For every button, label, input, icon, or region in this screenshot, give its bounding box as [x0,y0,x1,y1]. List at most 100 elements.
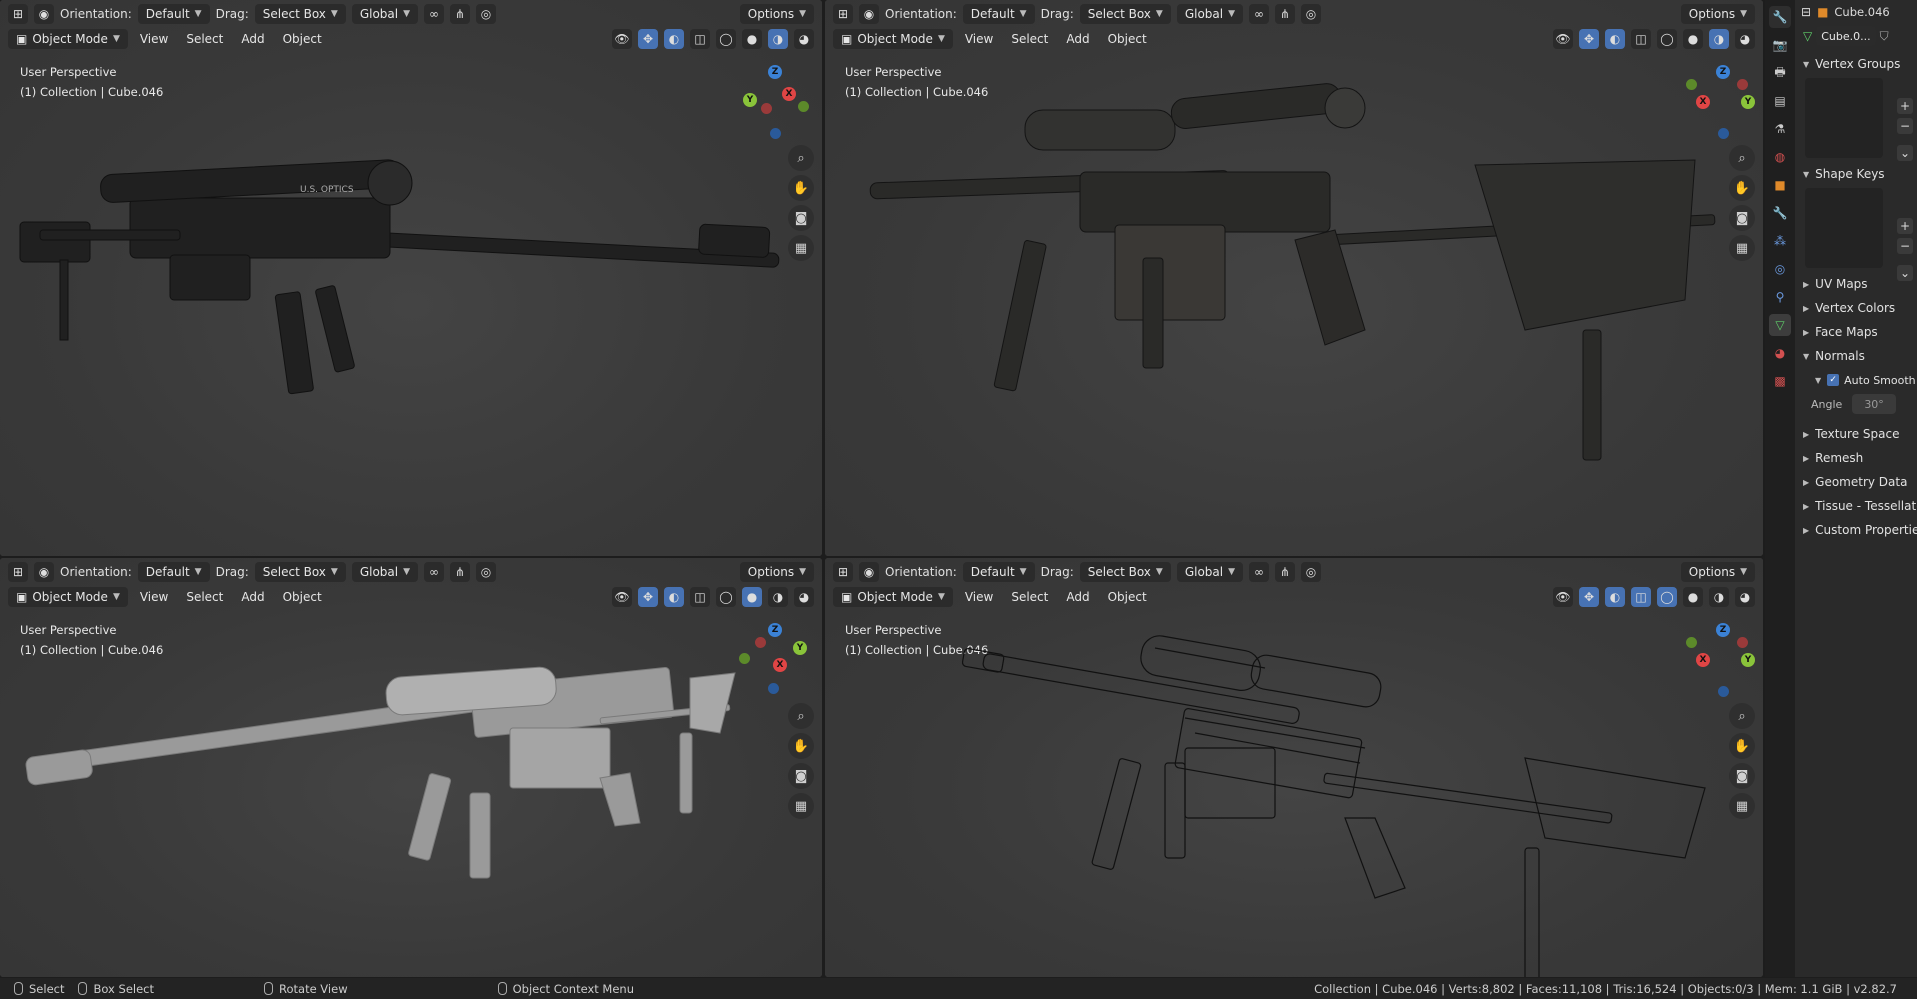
object-type-icon: ■ [1817,5,1829,19]
section-vertex-groups[interactable]: ▼ Vertex Groups [1795,52,1917,76]
add-shape-key-button[interactable]: + [1897,218,1913,234]
gizmo-neg-z-axis[interactable] [1718,128,1729,139]
zoom-icon[interactable]: ⌕ [1729,145,1755,171]
constraints-tab-icon[interactable]: ⚲ [1769,286,1791,308]
grid-perspective-icon[interactable]: ▦ [1729,793,1755,819]
gizmo-neg-x-axis[interactable] [1737,637,1748,648]
zoom-icon[interactable]: ⌕ [1729,703,1755,729]
gizmo-y-axis[interactable]: Y [1741,653,1755,667]
vertex-group-specials-button[interactable]: ⌄ [1897,145,1913,161]
render-tab-icon[interactable]: 📷 [1769,34,1791,56]
scene-tab-icon[interactable]: ⚗ [1769,118,1791,140]
particles-tab-icon[interactable]: ⁂ [1769,230,1791,252]
gizmo-z-axis[interactable]: Z [1716,65,1730,79]
gizmo-y-axis[interactable]: Y [793,641,807,655]
gizmo-neg-x-axis[interactable] [755,637,766,648]
texture-tab-icon[interactable]: ▩ [1769,370,1791,392]
scene-statistics: Collection | Cube.046 | Verts:8,802 | Fa… [1314,981,1897,996]
pan-hand-icon[interactable]: ✋ [788,175,814,201]
gizmo-neg-y-axis[interactable] [1686,637,1697,648]
angle-field[interactable]: 30° [1852,394,1896,414]
gizmo-z-axis[interactable]: Z [1716,623,1730,637]
section-normals[interactable]: ▼ Normals [1795,344,1917,368]
gizmo-x-axis[interactable]: X [773,658,787,672]
camera-icon[interactable]: ◙ [1729,205,1755,231]
viewport-top-left[interactable]: ⊞ ◉ Orientation: Default ▼ Drag: Select B… [0,0,822,556]
gizmo-neg-x-axis[interactable] [1737,79,1748,90]
mesh-icon: ▽ [1803,29,1813,43]
mesh-datablock-field[interactable]: Cube.0... [1816,26,1876,46]
rifle-model-textured[interactable] [825,0,1763,556]
section-remesh[interactable]: ▶ Remesh [1795,446,1917,470]
physics-tab-icon[interactable]: ◎ [1769,258,1791,280]
gizmo-x-axis[interactable]: X [1696,95,1710,109]
navigation-gizmo[interactable]: Z X Y [1683,623,1763,703]
section-vertex-colors[interactable]: ▶ Vertex Colors [1795,296,1917,320]
navigation-gizmo[interactable]: Z X Y [735,65,815,145]
rifle-model-wireframe[interactable] [825,558,1763,977]
mesh-datablock-row: ▽ Cube.0... ⛉ [1795,24,1917,48]
section-tissue-tessellate[interactable]: ▶ Tissue - Tessellate [1795,494,1917,518]
tool-tab-icon[interactable]: 🔧 [1769,6,1791,28]
camera-icon[interactable]: ◙ [1729,763,1755,789]
gizmo-y-axis[interactable]: Y [743,93,757,107]
gizmo-z-axis[interactable]: Z [768,65,782,79]
camera-icon[interactable]: ◙ [788,205,814,231]
mesh-data-tab-icon[interactable]: ▽ [1769,314,1791,336]
section-geometry-data[interactable]: ▶ Geometry Data [1795,470,1917,494]
world-tab-icon[interactable]: ◍ [1769,146,1791,168]
expand-triangle-icon: ▶ [1803,429,1810,439]
remove-vertex-group-button[interactable]: − [1897,118,1913,134]
gizmo-neg-x-axis[interactable] [761,103,772,114]
pan-hand-icon[interactable]: ✋ [1729,175,1755,201]
navigation-gizmo[interactable]: Z X Y [1683,65,1763,145]
auto-smooth-checkbox[interactable]: ✓ [1827,374,1840,386]
grid-perspective-icon[interactable]: ▦ [1729,235,1755,261]
view-layer-tab-icon[interactable]: ▤ [1769,90,1791,112]
gizmo-neg-y-axis[interactable] [798,101,809,112]
add-vertex-group-button[interactable]: + [1897,98,1913,114]
object-tab-icon[interactable]: ■ [1769,174,1791,196]
shape-keys-list[interactable] [1805,188,1883,268]
expand-triangle-icon: ▶ [1803,327,1810,337]
vertex-groups-list[interactable] [1805,78,1883,158]
material-tab-icon[interactable]: ◕ [1769,342,1791,364]
gizmo-neg-z-axis[interactable] [770,128,781,139]
navigation-gizmo[interactable]: Z X Y [735,623,815,703]
gizmo-z-axis[interactable]: Z [768,623,782,637]
gizmo-neg-y-axis[interactable] [1686,79,1697,90]
output-tab-icon[interactable]: 🖶 [1769,62,1791,84]
rifle-model-solid[interactable] [0,558,822,977]
pan-hand-icon[interactable]: ✋ [1729,733,1755,759]
section-texture-space[interactable]: ▶ Texture Space [1795,422,1917,446]
rifle-model-textured[interactable]: U.S. OPTICS [0,0,822,556]
gizmo-neg-y-axis[interactable] [739,653,750,664]
mouse-drag-icon [78,982,88,995]
grid-perspective-icon[interactable]: ▦ [788,235,814,261]
zoom-icon[interactable]: ⌕ [788,145,814,171]
gizmo-neg-z-axis[interactable] [1718,686,1729,697]
modifier-tab-icon[interactable]: 🔧 [1769,202,1791,224]
grid-perspective-icon[interactable]: ▦ [788,793,814,819]
mouse-left-icon [14,982,23,995]
viewport-bottom-left[interactable]: ⊞ ◉ Orientation: Default ▼ Drag: Select B… [0,558,822,977]
remove-shape-key-button[interactable]: − [1897,238,1913,254]
shape-key-specials-button[interactable]: ⌄ [1897,265,1913,281]
camera-icon[interactable]: ◙ [788,763,814,789]
properties-header: ⊟ ■ Cube.046 [1795,0,1917,24]
zoom-icon[interactable]: ⌕ [788,703,814,729]
pan-hand-icon[interactable]: ✋ [788,733,814,759]
section-custom-properties[interactable]: ▶ Custom Properties [1795,518,1917,542]
fake-user-shield-icon[interactable]: ⛉ [1880,29,1889,44]
section-face-maps[interactable]: ▶ Face Maps [1795,320,1917,344]
section-shape-keys[interactable]: ▼ Shape Keys [1795,162,1917,186]
angle-label: Angle [1811,397,1843,411]
gizmo-x-axis[interactable]: X [782,87,796,101]
gizmo-x-axis[interactable]: X [1696,653,1710,667]
gizmo-y-axis[interactable]: Y [1741,95,1755,109]
viewport-bottom-right[interactable]: ⊞ ◉ Orientation: Default ▼ Drag: Select B… [825,558,1763,977]
viewport-top-right[interactable]: ⊞ ◉ Orientation: Default ▼ Drag: Select B… [825,0,1763,556]
properties-editor-icon[interactable]: ⊟ [1801,5,1811,19]
object-name: Cube.046 [1834,5,1890,19]
gizmo-neg-z-axis[interactable] [768,683,779,694]
